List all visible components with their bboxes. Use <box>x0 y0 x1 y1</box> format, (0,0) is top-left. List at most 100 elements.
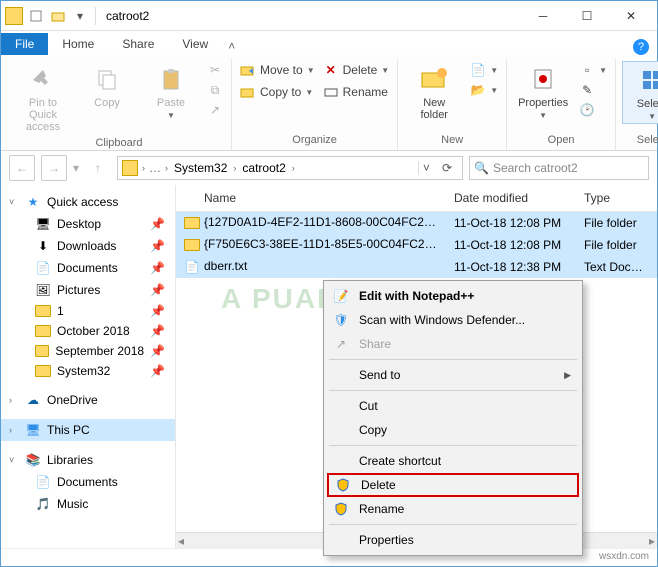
search-input[interactable]: 🔍 Search catroot2 <box>469 156 649 180</box>
chevron-down-icon: ▼ <box>167 111 175 120</box>
back-button[interactable]: ← <box>9 155 35 181</box>
folder-icon <box>184 239 200 251</box>
delete-button[interactable]: ✕ Delete▼ <box>321 61 392 79</box>
table-row[interactable]: 📄dberr.txt11-Oct-18 12:38 PMText Documen <box>176 256 657 278</box>
open-button[interactable]: ▫▼ <box>577 61 609 79</box>
sidebar-item[interactable]: September 2018📌 <box>1 341 175 361</box>
chevron-right-icon: › <box>9 425 19 435</box>
table-row[interactable]: {F750E6C3-38EE-11D1-85E5-00C04FC295…11-O… <box>176 234 657 256</box>
copy-to-button[interactable]: Copy to▼ <box>238 83 317 101</box>
new-item-button[interactable]: 📄▼ <box>468 61 500 79</box>
forward-button[interactable]: → <box>41 155 67 181</box>
group-clipboard: Pin to Quick access Copy Paste ▼ ✂ ⧉ ↗ C… <box>7 59 232 150</box>
chevron-down-icon: ▼ <box>648 112 656 121</box>
copy-icon <box>91 63 123 95</box>
pin-icon: 📌 <box>150 261 171 275</box>
sidebar-item[interactable]: 🖼Pictures📌 <box>1 279 175 301</box>
this-pc-item[interactable]: › 🖥 This PC <box>1 419 175 441</box>
column-date[interactable]: Date modified <box>446 185 576 211</box>
pin-to-quick-access-button[interactable]: Pin to Quick access <box>13 61 73 135</box>
music-icon: 🎵 <box>35 496 51 512</box>
nav-label: Pictures <box>57 283 100 297</box>
file-type: Text Documen <box>576 260 657 274</box>
navigation-pane[interactable]: ˅ ★ Quick access 🖥Desktop📌⬇Downloads📌📄Do… <box>1 185 176 548</box>
select-button[interactable]: Select ▼ <box>622 61 658 124</box>
sidebar-item[interactable]: System32📌 <box>1 361 175 381</box>
group-organize: Move to▼ Copy to▼ ✕ Delete▼ Rename Organ… <box>232 59 398 150</box>
tab-home[interactable]: Home <box>48 33 108 55</box>
address-row: ← → ▾ ↑ › … › System32 › catroot2 › ˅ ⟳ … <box>1 151 657 185</box>
qat-dropdown-icon[interactable]: ▾ <box>69 5 91 27</box>
qat-properties-icon[interactable] <box>25 5 47 27</box>
sidebar-item[interactable]: October 2018📌 <box>1 321 175 341</box>
ctx-edit-notepad[interactable]: 📝 Edit with Notepad++ <box>327 284 579 308</box>
notepad-icon: 📝 <box>331 289 351 303</box>
select-icon <box>636 64 658 96</box>
column-headers: Name Date modified Type <box>176 185 657 212</box>
collapse-ribbon-icon[interactable]: ˄ <box>222 37 241 55</box>
ctx-send-to[interactable]: Send to ▶ <box>327 363 579 387</box>
folder-icon <box>35 325 51 337</box>
history-dropdown-icon[interactable]: ˅ <box>418 161 434 175</box>
refresh-icon[interactable]: ⟳ <box>436 161 458 175</box>
close-button[interactable]: ✕ <box>609 2 653 30</box>
qat-new-folder-icon[interactable] <box>47 5 69 27</box>
library-item[interactable]: 📄 Documents <box>1 471 175 493</box>
paste-button[interactable]: Paste ▼ <box>141 61 201 122</box>
tab-file[interactable]: File <box>1 33 48 55</box>
properties-button[interactable]: Properties ▼ <box>513 61 573 122</box>
sidebar-item[interactable]: 1📌 <box>1 301 175 321</box>
group-label-new: New <box>441 132 463 150</box>
paste-shortcut-button[interactable]: ↗ <box>205 101 225 119</box>
onedrive-item[interactable]: › ☁ OneDrive <box>1 389 175 411</box>
copy-button[interactable]: Copy <box>77 61 137 111</box>
maximize-button[interactable]: ☐ <box>565 2 609 30</box>
sidebar-item[interactable]: 📄Documents📌 <box>1 257 175 279</box>
tab-share[interactable]: Share <box>108 33 168 55</box>
ctx-cut[interactable]: Cut <box>327 394 579 418</box>
libraries-item[interactable]: ˅ 📚 Libraries <box>1 449 175 471</box>
ctx-create-shortcut[interactable]: Create shortcut <box>327 449 579 473</box>
file-date: 11-Oct-18 12:08 PM <box>446 216 576 230</box>
nav-label: Documents <box>57 261 118 275</box>
quick-access-header[interactable]: ˅ ★ Quick access <box>1 191 175 213</box>
breadcrumb[interactable]: System32 <box>172 161 229 175</box>
ctx-rename[interactable]: Rename <box>327 497 579 521</box>
ctx-scan-defender[interactable]: 🛡 Scan with Windows Defender... <box>327 308 579 332</box>
copy-path-button[interactable]: ⧉ <box>205 81 225 99</box>
group-label-clipboard: Clipboard <box>95 135 142 153</box>
group-label-open: Open <box>548 132 575 150</box>
file-date: 11-Oct-18 12:08 PM <box>446 238 576 252</box>
easy-access-button[interactable]: 📂▼ <box>468 81 500 99</box>
separator <box>329 359 577 360</box>
sidebar-item[interactable]: 🖥Desktop📌 <box>1 213 175 235</box>
rename-button[interactable]: Rename <box>321 83 392 101</box>
column-type[interactable]: Type <box>576 185 657 211</box>
window-title: catroot2 <box>106 9 149 23</box>
edit-button[interactable]: ✎ <box>577 81 609 99</box>
ctx-delete[interactable]: Delete <box>327 473 579 497</box>
context-menu: 📝 Edit with Notepad++ 🛡 Scan with Window… <box>323 280 583 556</box>
easy-access-icon: 📂 <box>470 82 486 98</box>
new-folder-button[interactable]: New folder <box>404 61 464 123</box>
nav-label: October 2018 <box>57 324 130 338</box>
table-row[interactable]: {127D0A1D-4EF2-11D1-8608-00C04FC295…11-O… <box>176 212 657 234</box>
file-name: {F750E6C3-38EE-11D1-85E5-00C04FC295… <box>204 237 446 251</box>
move-to-button[interactable]: Move to▼ <box>238 61 317 79</box>
column-name[interactable]: Name <box>176 185 446 211</box>
sidebar-item[interactable]: ⬇Downloads📌 <box>1 235 175 257</box>
history-button[interactable]: 🕑 <box>577 101 609 119</box>
nav-label: September 2018 <box>55 344 144 358</box>
minimize-button[interactable]: ─ <box>521 2 565 30</box>
up-button[interactable]: ↑ <box>85 155 111 181</box>
ctx-copy[interactable]: Copy <box>327 418 579 442</box>
ctx-share[interactable]: ↗ Share <box>327 332 579 356</box>
tab-view[interactable]: View <box>168 33 222 55</box>
library-item[interactable]: 🎵 Music <box>1 493 175 515</box>
ctx-properties[interactable]: Properties <box>327 528 579 552</box>
breadcrumb[interactable]: catroot2 <box>240 161 287 175</box>
recent-locations-button[interactable]: ▾ <box>73 161 79 175</box>
cut-button[interactable]: ✂ <box>205 61 225 79</box>
address-bar[interactable]: › … › System32 › catroot2 › ˅ ⟳ <box>117 156 463 180</box>
help-icon[interactable]: ? <box>633 39 649 55</box>
